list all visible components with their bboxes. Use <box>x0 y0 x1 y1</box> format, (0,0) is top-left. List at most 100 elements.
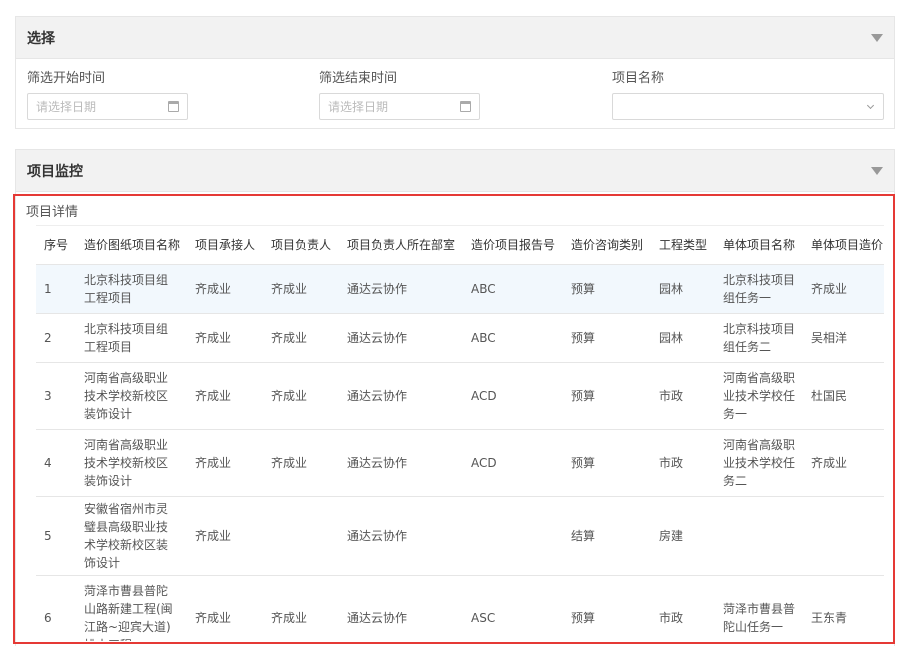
table-cell: 结算 <box>563 496 651 576</box>
table-cell: 2 <box>36 313 76 363</box>
table-header-row: 序号 造价图纸项目名称 项目承接人 项目负责人 项目负责人所在部室 造价项目报告号 造价咨询… <box>36 226 884 265</box>
table-cell: 齐成业 <box>803 264 884 314</box>
start-date-input[interactable]: 请选择日期 <box>27 93 188 120</box>
start-date-label: 筛选开始时间 <box>27 71 106 86</box>
table-cell <box>715 496 803 576</box>
project-name-select[interactable] <box>612 93 884 120</box>
table-cell: 菏泽市曹县普陀山任务一 <box>715 575 803 641</box>
table-cell: 通达云协作 <box>339 362 463 430</box>
table-cell: 齐成业 <box>263 575 339 641</box>
table-cell: 齐成业 <box>187 575 263 641</box>
table-cell: 1 <box>36 264 76 314</box>
table-cell: 通达云协作 <box>339 496 463 576</box>
table-cell: 齐成业 <box>187 313 263 363</box>
filter-panel-title: 选择 <box>27 30 55 47</box>
table-cell: 通达云协作 <box>339 429 463 497</box>
table-cell: 河南省高级职业技术学校任务一 <box>715 362 803 430</box>
table-cell: 6 <box>36 575 76 641</box>
column-header: 造价项目报告号 <box>463 226 563 265</box>
table-cell: 预算 <box>563 313 651 363</box>
table-cell: 齐成业 <box>263 429 339 497</box>
column-header: 造价图纸项目名称 <box>76 226 187 265</box>
end-date-input[interactable]: 请选择日期 <box>319 93 480 120</box>
table-cell: 齐成业 <box>187 362 263 430</box>
table-cell <box>803 496 884 576</box>
table-cell: ABC <box>463 264 563 314</box>
end-date-placeholder: 请选择日期 <box>328 100 389 114</box>
table-cell: 北京科技项目组工程项目 <box>76 264 187 314</box>
table-cell: 河南省高级职业技术学校新校区装饰设计 <box>76 362 187 430</box>
table-cell: 房建 <box>651 496 715 576</box>
table-row[interactable]: 5 安徽省宿州市灵璧县高级职业技术学校新校区装饰设计 齐成业 通达云协作 结算 房建 <box>36 496 884 576</box>
table-cell: 市政 <box>651 362 715 430</box>
monitor-panel-header[interactable]: 项目监控 <box>16 150 894 192</box>
table-cell: 通达云协作 <box>339 575 463 641</box>
column-header: 项目承接人 <box>187 226 263 265</box>
table-cell: 齐成业 <box>187 429 263 497</box>
table-row[interactable]: 3 河南省高级职业技术学校新校区装饰设计 齐成业 齐成业 通达云协作 ACD 预算 市政 河南省… <box>36 362 884 430</box>
table-cell: 齐成业 <box>803 429 884 497</box>
table-cell: 河南省高级职业技术学校任务二 <box>715 429 803 497</box>
table-cell: 齐成业 <box>187 264 263 314</box>
calendar-icon[interactable] <box>168 101 179 112</box>
table-cell: 齐成业 <box>263 362 339 430</box>
table-cell: 市政 <box>651 575 715 641</box>
project-name-label: 项目名称 <box>612 71 665 86</box>
column-header: 单体项目名称 <box>715 226 803 265</box>
table-cell <box>263 496 339 576</box>
table-cell <box>463 496 563 576</box>
project-detail-table: 序号 造价图纸项目名称 项目承接人 项目负责人 项目负责人所在部室 造价项目报告号 造价咨询… <box>36 226 884 641</box>
end-date-label: 筛选结束时间 <box>319 71 398 86</box>
table-row[interactable]: 2 北京科技项目组工程项目 齐成业 齐成业 通达云协作 ABC 预算 园林 北京科技项目组任务二… <box>36 313 884 363</box>
table-cell: ASC <box>463 575 563 641</box>
project-detail-label: 项目详情 <box>26 205 79 220</box>
table-cell: 北京科技项目组工程项目 <box>76 313 187 363</box>
table-cell: 齐成业 <box>263 313 339 363</box>
table-cell: ABC <box>463 313 563 363</box>
column-header: 项目负责人所在部室 <box>339 226 463 265</box>
table-cell: 吴相洋 <box>803 313 884 363</box>
chevron-down-icon[interactable] <box>866 101 875 109</box>
table-row[interactable]: 6菏泽市曹县普陀山路新建工程(闽江路~迎宾大道)排水工程齐成业齐成业通达云协作A… <box>36 575 884 641</box>
table-cell: 市政 <box>651 429 715 497</box>
table-cell: 菏泽市曹县普陀山路新建工程(闽江路~迎宾大道)排水工程 <box>76 575 187 641</box>
collapse-caret-icon[interactable] <box>871 33 883 42</box>
table-cell: 北京科技项目组任务二 <box>715 313 803 363</box>
column-header: 造价咨询类别 <box>563 226 651 265</box>
project-detail-table-container[interactable]: 序号 造价图纸项目名称 项目承接人 项目负责人 项目负责人所在部室 造价项目报告号 造价咨询… <box>36 225 884 641</box>
column-header: 项目负责人 <box>263 226 339 265</box>
table-cell: 预算 <box>563 362 651 430</box>
filter-panel-header[interactable]: 选择 <box>16 17 894 59</box>
table-cell: 通达云协作 <box>339 264 463 314</box>
monitor-panel-title: 项目监控 <box>27 163 83 180</box>
column-header: 单体项目造价 <box>803 226 884 265</box>
table-cell: ACD <box>463 362 563 430</box>
table-cell: ACD <box>463 429 563 497</box>
column-header: 工程类型 <box>651 226 715 265</box>
table-cell: 王东青 <box>803 575 884 641</box>
end-date-filter: 筛选结束时间 请选择日期 <box>319 69 480 120</box>
table-cell: 通达云协作 <box>339 313 463 363</box>
table-cell: 杜国民 <box>803 362 884 430</box>
calendar-icon[interactable] <box>460 101 471 112</box>
table-row[interactable]: 4 河南省高级职业技术学校新校区装饰设计 齐成业 齐成业 通达云协作 ACD 预算 市政 河南省… <box>36 429 884 497</box>
project-name-filter: 项目名称 <box>612 69 884 120</box>
table-cell: 预算 <box>563 264 651 314</box>
table-cell: 预算 <box>563 429 651 497</box>
table-cell: 5 <box>36 496 76 576</box>
table-cell: 齐成业 <box>187 496 263 576</box>
start-date-filter: 筛选开始时间 请选择日期 <box>27 69 188 120</box>
table-cell: 3 <box>36 362 76 430</box>
table-cell: 园林 <box>651 313 715 363</box>
table-cell: 4 <box>36 429 76 497</box>
table-row[interactable]: 1 北京科技项目组工程项目 齐成业 齐成业 通达云协作 ABC 预算 园林 北京科技项目组任务一… <box>36 264 884 314</box>
table-cell: 齐成业 <box>263 264 339 314</box>
column-header: 序号 <box>36 226 76 265</box>
filter-panel: 选择 筛选开始时间 请选择日期 筛选结束时间 请选择日期 项目名称 <box>15 16 895 129</box>
collapse-caret-icon[interactable] <box>871 166 883 175</box>
table-cell: 安徽省宿州市灵璧县高级职业技术学校新校区装饰设计 <box>76 496 187 576</box>
table-cell: 河南省高级职业技术学校新校区装饰设计 <box>76 429 187 497</box>
table-cell: 园林 <box>651 264 715 314</box>
table-cell: 预算 <box>563 575 651 641</box>
start-date-placeholder: 请选择日期 <box>36 100 97 114</box>
